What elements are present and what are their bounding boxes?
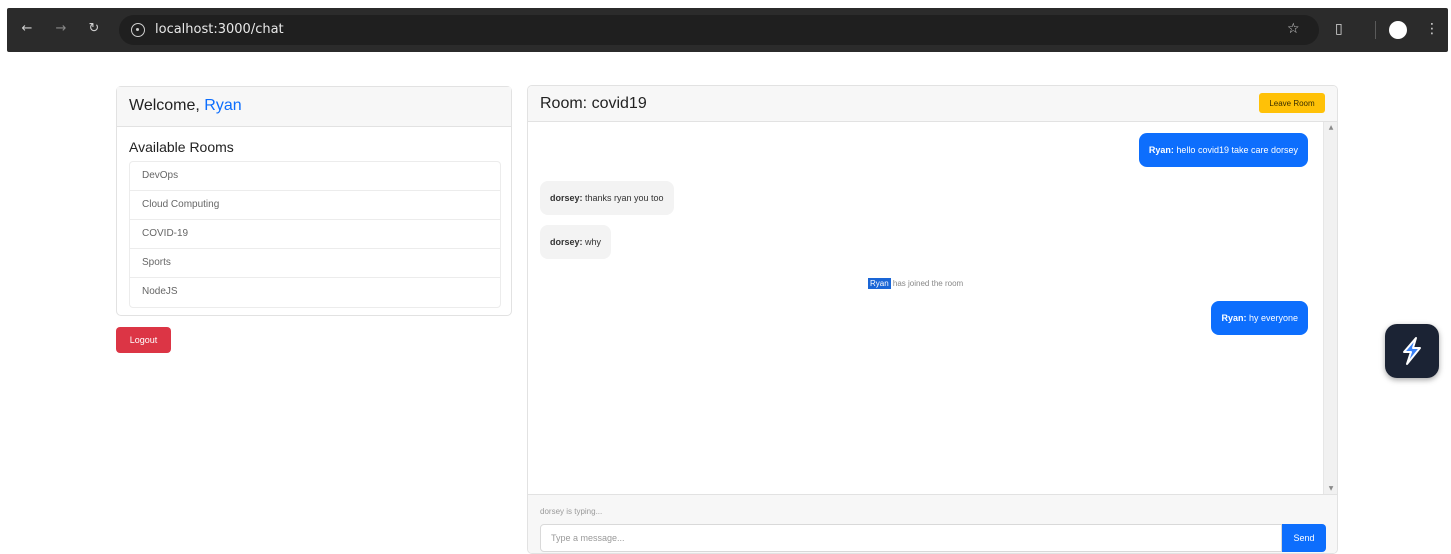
message-text: hy everyone bbox=[1246, 313, 1298, 323]
message-sender: Ryan: bbox=[1148, 145, 1174, 155]
room-item-devops[interactable]: DevOps bbox=[130, 162, 500, 191]
message-list[interactable]: Ryan: hello covid19 take care dorsey dor… bbox=[528, 122, 1337, 494]
room-list: DevOps Cloud Computing COVID-19 Sports N… bbox=[129, 161, 501, 308]
scroll-up-icon[interactable]: ▲ bbox=[1327, 124, 1335, 131]
star-icon[interactable]: ☆ bbox=[1287, 19, 1300, 39]
floating-app-icon[interactable] bbox=[1385, 324, 1439, 378]
send-button[interactable]: Send bbox=[1282, 524, 1326, 552]
room-item-covid-19[interactable]: COVID-19 bbox=[130, 220, 500, 249]
room-title: Room: covid19 bbox=[540, 95, 647, 112]
kebab-menu-icon[interactable]: ⋮ bbox=[1425, 19, 1439, 39]
site-info-icon[interactable] bbox=[131, 23, 145, 37]
system-message-text: has joined the room bbox=[890, 279, 964, 288]
welcome-username: Ryan bbox=[204, 97, 242, 114]
welcome-card: Welcome, Ryan Available Rooms DevOps Clo… bbox=[116, 86, 512, 316]
chat-card: Room: covid19 Leave Room Ryan: hello cov… bbox=[527, 85, 1338, 554]
message-bubble: dorsey: thanks ryan you too bbox=[540, 181, 674, 215]
message-bubble: Ryan: hy everyone bbox=[1211, 301, 1308, 335]
logout-button[interactable]: Logout bbox=[116, 327, 171, 353]
message-sender: Ryan: bbox=[1221, 313, 1247, 323]
welcome-prefix: Welcome, bbox=[129, 97, 200, 114]
back-arrow-icon[interactable]: ← bbox=[18, 20, 36, 38]
scroll-down-icon[interactable]: ▼ bbox=[1327, 485, 1335, 492]
message-scrollbar[interactable]: ▲ ▼ bbox=[1323, 122, 1337, 494]
message-text: hello covid19 take care dorsey bbox=[1173, 145, 1298, 155]
address-bar[interactable]: localhost:3000/chat bbox=[119, 15, 1319, 45]
chat-header: Room: covid19 Leave Room bbox=[528, 86, 1337, 122]
room-item-cloud-computing[interactable]: Cloud Computing bbox=[130, 191, 500, 220]
typing-indicator: dorsey is typing... bbox=[540, 507, 603, 516]
reload-icon[interactable]: ↻ bbox=[85, 20, 103, 38]
rooms-title: Available Rooms bbox=[129, 139, 234, 155]
message-text: why bbox=[582, 237, 602, 247]
message-bubble: Ryan: hello covid19 take care dorsey bbox=[1138, 133, 1308, 167]
message-sender: dorsey: bbox=[550, 237, 583, 247]
leave-room-button[interactable]: Leave Room bbox=[1259, 93, 1325, 113]
chat-footer: dorsey is typing... Send bbox=[528, 494, 1337, 553]
profile-avatar-icon[interactable] bbox=[1389, 21, 1407, 39]
forward-arrow-icon[interactable]: → bbox=[52, 20, 70, 38]
system-message: Ryan has joined the room bbox=[868, 278, 964, 289]
browser-chrome: ← → ↻ localhost:3000/chat ☆ ▯ ⋮ bbox=[7, 8, 1448, 52]
room-item-nodejs[interactable]: NodeJS bbox=[130, 278, 500, 307]
message-input[interactable] bbox=[540, 524, 1282, 552]
system-message-highlight: Ryan bbox=[868, 278, 891, 289]
url-text: localhost:3000/chat bbox=[155, 22, 284, 37]
message-bubble: dorsey: why bbox=[540, 225, 612, 259]
message-text: thanks ryan you too bbox=[582, 193, 664, 203]
lightning-logo-icon bbox=[1403, 337, 1421, 365]
room-item-sports[interactable]: Sports bbox=[130, 249, 500, 278]
message-sender: dorsey: bbox=[550, 193, 583, 203]
browser-toolbar: ← → ↻ localhost:3000/chat ☆ ▯ ⋮ bbox=[0, 0, 1451, 52]
toolbar-divider bbox=[1375, 21, 1376, 39]
extensions-icon[interactable]: ▯ bbox=[1335, 19, 1343, 39]
welcome-header: Welcome, Ryan bbox=[117, 87, 511, 127]
